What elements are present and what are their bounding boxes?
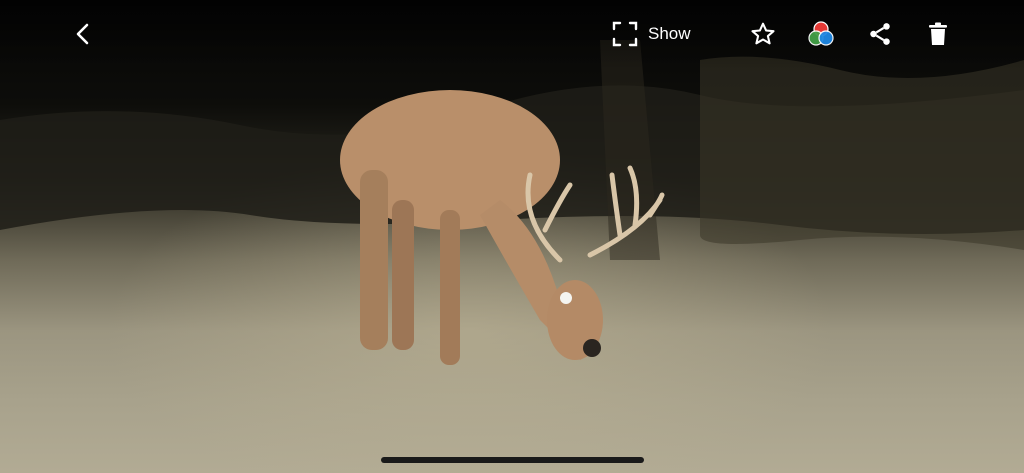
fullscreen-corners-icon bbox=[612, 21, 638, 47]
show-fullscreen-button[interactable]: Show bbox=[612, 14, 691, 54]
back-button[interactable] bbox=[64, 14, 104, 54]
trash-icon bbox=[929, 22, 947, 45]
share-button[interactable] bbox=[860, 14, 900, 54]
color-filter-button[interactable] bbox=[801, 14, 841, 54]
color-circles-icon bbox=[808, 21, 834, 46]
photo-scene bbox=[0, 40, 1024, 365]
star-icon bbox=[751, 22, 775, 45]
favorite-button[interactable] bbox=[743, 14, 783, 54]
home-indicator[interactable] bbox=[381, 457, 644, 463]
delete-button[interactable] bbox=[918, 14, 958, 54]
back-chevron-icon bbox=[76, 23, 89, 45]
share-icon bbox=[870, 23, 890, 45]
trail-camera-photo bbox=[0, 0, 1024, 473]
show-label: Show bbox=[648, 24, 691, 43]
